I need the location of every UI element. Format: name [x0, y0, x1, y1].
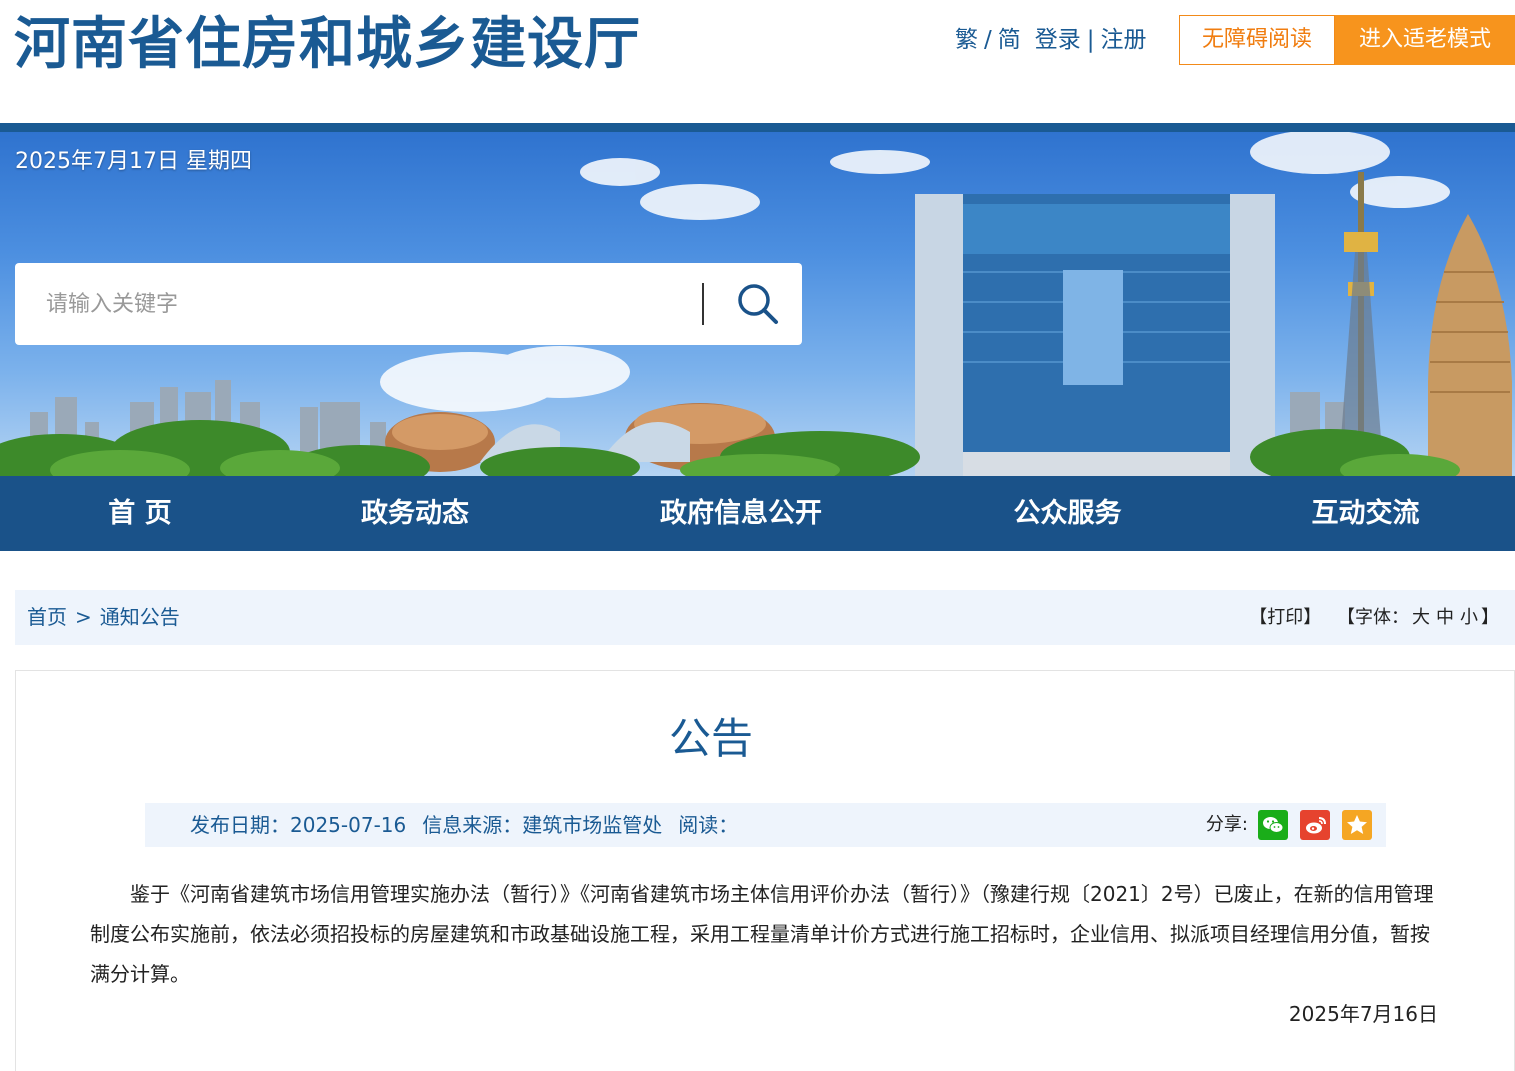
banner-date: 2025年7月17日 星期四 — [15, 149, 252, 174]
share-bar: 分享: — [1156, 810, 1386, 840]
search-icon — [738, 284, 778, 324]
elder-mode-button[interactable]: 进入适老模式 — [1335, 15, 1515, 65]
article-meta: 发布日期：2025-07-16 信息来源：建筑市场监管处 阅读： — [190, 803, 754, 847]
read-count: 阅读： — [678, 813, 739, 837]
nav-item-home[interactable]: 首 页 — [70, 476, 210, 551]
auth-separator: | — [1086, 27, 1095, 53]
breadcrumb-current-link[interactable]: 通知公告 — [100, 605, 180, 629]
article-body: 鉴于《河南省建筑市场信用管理实施办法（暂行）》《河南省建筑市场主体信用评价办法（… — [90, 882, 1434, 986]
page-tools: 【打印】 【字体：大中小】 — [1249, 590, 1499, 645]
print-button[interactable]: 【打印】 — [1249, 607, 1321, 628]
site-title[interactable]: 河南省住房和城乡建设厅 — [14, 8, 641, 80]
search-input[interactable] — [15, 263, 705, 345]
lang-separator: / — [984, 27, 992, 53]
top-links: 繁 / 简登录 | 注册 — [955, 24, 1147, 56]
font-size-suffix: 】 — [1481, 607, 1499, 628]
nav-item-information-disclosure[interactable]: 政府信息公开 — [640, 476, 842, 551]
search-box — [15, 263, 802, 345]
lang-simplified-link[interactable]: 简 — [998, 24, 1021, 56]
article-meta-bar: 发布日期：2025-07-16 信息来源：建筑市场监管处 阅读： 分享: — [145, 803, 1386, 847]
font-size-prefix: 【字体： — [1337, 607, 1409, 628]
favorite-icon[interactable] — [1342, 810, 1372, 840]
lang-traditional-link[interactable]: 繁 — [955, 24, 978, 56]
banner-top-stripe — [0, 123, 1515, 132]
login-link[interactable]: 登录 — [1035, 24, 1081, 56]
breadcrumb: 首页 > 通知公告 — [27, 590, 180, 645]
font-size-small-button[interactable]: 小 — [1460, 607, 1478, 628]
font-size-large-button[interactable]: 大 — [1412, 607, 1430, 628]
publish-date: 发布日期：2025-07-16 — [190, 813, 407, 837]
font-size-medium-button[interactable]: 中 — [1436, 607, 1454, 628]
accessible-reading-button[interactable]: 无障碍阅读 — [1179, 15, 1335, 65]
article-title: 公告 — [668, 714, 753, 763]
search-button[interactable] — [720, 263, 802, 345]
breadcrumb-bar: 首页 > 通知公告 【打印】 【字体：大中小】 — [15, 590, 1515, 645]
breadcrumb-home-link[interactable]: 首页 — [27, 605, 67, 629]
top-header: 河南省住房和城乡建设厅 繁 / 简登录 | 注册 无障碍阅读 进入适老模式 — [0, 0, 1515, 123]
share-label: 分享: — [1205, 814, 1248, 835]
banner: 2025年7月17日 星期四 — [0, 132, 1515, 476]
register-link[interactable]: 注册 — [1101, 24, 1147, 56]
nav-item-interaction[interactable]: 互动交流 — [1288, 476, 1443, 551]
breadcrumb-separator: > — [75, 605, 92, 629]
wechat-icon[interactable] — [1258, 810, 1288, 840]
article-container: 公告 发布日期：2025-07-16 信息来源：建筑市场监管处阅读： 分享: — [15, 670, 1515, 1071]
weibo-icon[interactable] — [1300, 810, 1330, 840]
search-divider — [702, 283, 704, 325]
article-sign-date: 2025年7月16日 — [1288, 1002, 1438, 1026]
main-nav: 首 页 政务动态 政府信息公开 公众服务 互动交流 — [0, 476, 1515, 551]
nav-item-public-services[interactable]: 公众服务 — [990, 476, 1145, 551]
nav-item-government-news[interactable]: 政务动态 — [335, 476, 495, 551]
info-source: 信息来源：建筑市场监管处 — [422, 813, 663, 837]
